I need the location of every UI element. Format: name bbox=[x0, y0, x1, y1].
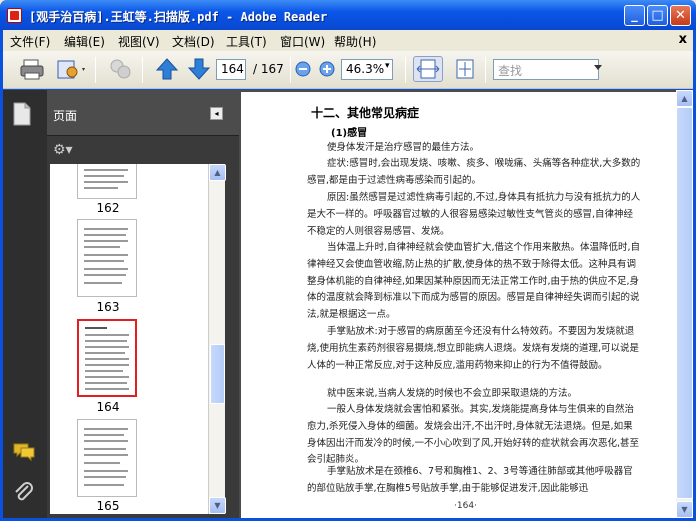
document-scrollbar[interactable]: ▲ ▼ bbox=[676, 90, 693, 518]
pages-panel: 页面 ◂ ⚙▾ 162 163 164 165 ▲ ▼ bbox=[47, 90, 239, 518]
scroll-up-button[interactable]: ▲ bbox=[209, 164, 226, 181]
page-thumbnail-165[interactable] bbox=[77, 419, 137, 497]
search-dropdown-icon[interactable] bbox=[594, 65, 602, 70]
menu-help[interactable]: 帮助(H) bbox=[334, 33, 376, 50]
pages-panel-header: 页面 ◂ bbox=[47, 90, 239, 136]
toolbar-separator bbox=[405, 57, 406, 83]
collapse-panel-button[interactable]: ◂ bbox=[210, 107, 223, 120]
toolbar: 164 / 167 46.3% ▾ 查找 bbox=[3, 51, 693, 89]
document-view[interactable]: 十二、其他常见病症 (1)感冒 使身体发汗是治疗感冒的最佳方法。 症状:感冒时,… bbox=[239, 90, 676, 518]
paragraph: 使身体发汗是治疗感冒的最佳方法。 bbox=[327, 142, 480, 153]
menu-window[interactable]: 窗口(W) bbox=[280, 33, 325, 50]
zoom-dropdown-icon[interactable]: ▾ bbox=[385, 61, 390, 71]
paragraph: 一般人身体发烧就会害怕和紧张。其实,发烧能提高身体与生俱来的自然治愈力,杀死侵入… bbox=[307, 404, 640, 466]
menu-edit[interactable]: 编辑(E) bbox=[64, 33, 105, 50]
maximize-button[interactable]: □ bbox=[647, 5, 668, 26]
minimize-button[interactable]: _ bbox=[624, 5, 645, 26]
paragraph: 原因:虽然感冒是过滤性病毒引起的,不过,身体具有抵抗力与没有抵抗力的人是大不一样… bbox=[307, 192, 641, 237]
email-attach-icon[interactable] bbox=[54, 56, 85, 82]
attachments-icon[interactable] bbox=[13, 482, 35, 504]
fit-page-icon[interactable] bbox=[451, 56, 479, 82]
toolbar-separator bbox=[485, 57, 486, 83]
comments-icon[interactable] bbox=[12, 442, 36, 462]
adobe-reader-icon bbox=[7, 8, 22, 23]
search-input[interactable]: 查找 bbox=[493, 59, 599, 80]
toolbar-separator bbox=[95, 57, 96, 83]
page-footer-number: ·164· bbox=[454, 501, 477, 511]
navigation-bar bbox=[3, 90, 47, 518]
toolbar-separator bbox=[290, 57, 291, 83]
page-thumbnail-162[interactable] bbox=[77, 164, 137, 199]
options-menu-icon[interactable]: ⚙▾ bbox=[53, 142, 81, 158]
menu-document[interactable]: 文档(D) bbox=[172, 33, 215, 50]
menu-view[interactable]: 视图(V) bbox=[118, 33, 160, 50]
thumbnail-label: 164 bbox=[96, 400, 120, 414]
paragraph: 当体温上升时,自律神经就会使血管扩大,借这个作用来散热。体温降低时,自律神经又会… bbox=[307, 242, 641, 321]
paragraph: 手掌贴放术是在颈椎6、7号和胸椎1、2、3号等通往肺部或其他呼吸器官的部位贴放手… bbox=[307, 466, 633, 494]
menu-tools[interactable]: 工具(T) bbox=[226, 33, 267, 50]
window-title: [观手治百病].王虹等.扫描版.pdf - Adobe Reader bbox=[29, 10, 328, 24]
fit-width-icon[interactable] bbox=[413, 56, 443, 82]
close-button[interactable]: ✕ bbox=[670, 5, 691, 26]
menu-file[interactable]: 文件(F) bbox=[10, 33, 50, 50]
scroll-down-button[interactable]: ▼ bbox=[209, 497, 226, 514]
thumbnail-label: 165 bbox=[96, 499, 120, 513]
thumbnail-label: 162 bbox=[96, 201, 120, 215]
zoom-in-icon[interactable] bbox=[317, 56, 337, 82]
doc-scroll-thumb[interactable] bbox=[676, 107, 693, 499]
menu-bar: 文件(F) 编辑(E) 视图(V) 文档(D) 工具(T) 窗口(W) 帮助(H… bbox=[3, 30, 693, 51]
page-thumbnail-163[interactable] bbox=[77, 219, 137, 297]
print-icon[interactable] bbox=[18, 56, 46, 82]
thumbnail-label: 163 bbox=[96, 300, 120, 314]
previous-page-icon[interactable] bbox=[153, 56, 181, 82]
thumbnail-scrollbar[interactable]: ▲ ▼ bbox=[208, 164, 226, 514]
thumbnail-list: 162 163 164 165 bbox=[50, 164, 208, 514]
doc-scroll-down-button[interactable]: ▼ bbox=[676, 501, 693, 518]
paragraph: 就中医来说,当病人发烧的时候也不会立即采取退烧的方法。 bbox=[327, 388, 578, 399]
page-total: / 167 bbox=[253, 62, 284, 76]
title-bar[interactable]: [观手治百病].王虹等.扫描版.pdf - Adobe Reader _ □ ✕ bbox=[0, 0, 696, 30]
share-icon[interactable] bbox=[107, 56, 135, 82]
pages-panel-title: 页面 bbox=[53, 109, 78, 123]
next-page-icon[interactable] bbox=[185, 56, 213, 82]
paragraph: 症状:感冒时,会出现发烧、咳嗽、痰多、喉咙痛、头痛等各种症状,大多数的感冒,都是… bbox=[307, 158, 641, 186]
zoom-out-icon[interactable] bbox=[293, 56, 313, 82]
app-window: [观手治百病].王虹等.扫描版.pdf - Adobe Reader _ □ ✕… bbox=[0, 0, 696, 521]
pages-panel-icon[interactable] bbox=[12, 102, 32, 126]
section-heading: 十二、其他常见病症 bbox=[311, 106, 420, 120]
toolbar-separator bbox=[142, 57, 143, 83]
pdf-page: 十二、其他常见病症 (1)感冒 使身体发汗是治疗感冒的最佳方法。 症状:感冒时,… bbox=[241, 92, 676, 518]
paragraph: 手掌贴放术:对于感冒的病原菌至今还没有什么特效药。不要因为发烧就退烧,使用抗生素… bbox=[307, 326, 640, 371]
page-number-input[interactable]: 164 bbox=[216, 59, 246, 80]
doc-scroll-up-button[interactable]: ▲ bbox=[676, 90, 693, 107]
close-document-button[interactable]: x bbox=[679, 32, 687, 47]
page-thumbnail-164-selected[interactable] bbox=[77, 319, 137, 397]
subsection-heading: (1)感冒 bbox=[331, 128, 368, 139]
thumbnail-scroll-thumb[interactable] bbox=[210, 344, 225, 404]
